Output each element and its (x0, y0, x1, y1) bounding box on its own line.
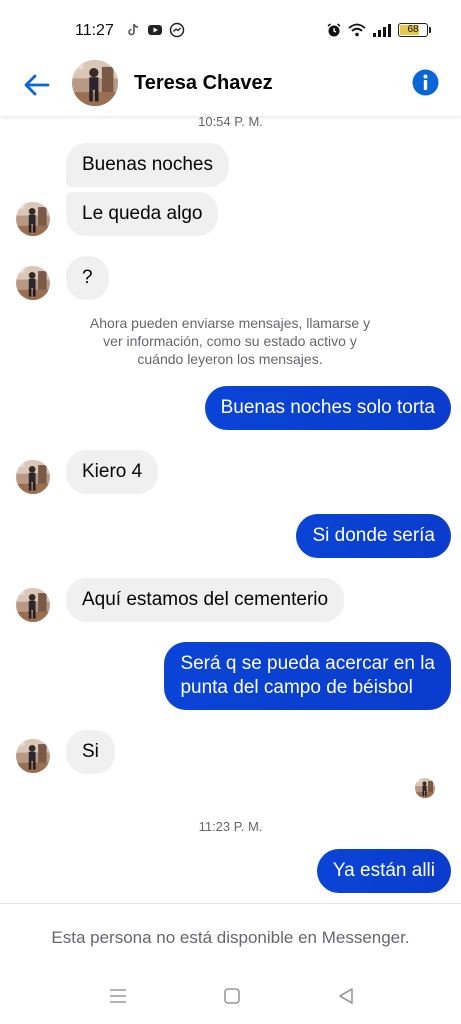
connection-notice: Ahora pueden enviarse mensajes, llamarse… (60, 314, 400, 368)
notice-line: Ahora pueden enviarse mensajes, llamarse… (89, 315, 371, 331)
message-bubble-outgoing[interactable]: Será q se pueda acercar en la punta del … (164, 642, 451, 710)
message-bubble-incoming[interactable]: Le queda algo (66, 192, 219, 236)
timestamp: 11:23 P. M. (198, 819, 263, 834)
battery-tip (429, 27, 431, 33)
message-bubble-incoming[interactable]: Si (66, 730, 115, 774)
message-bubble-incoming[interactable]: Buenas noches (66, 143, 229, 187)
alarm-icon (327, 23, 341, 37)
notice-line: cuándo leyeron los mensajes. (137, 351, 323, 367)
sender-avatar (16, 460, 50, 494)
status-time: 11:27 (75, 22, 114, 39)
sender-avatar (16, 588, 50, 622)
tiktok-icon (128, 23, 139, 36)
info-icon[interactable] (412, 69, 439, 96)
message-thread[interactable]: 10:54 P. M. Buenas noches Le queda algo … (0, 116, 461, 903)
message-bubble-outgoing[interactable]: Ya están alli (316, 849, 451, 893)
back-triangle-icon[interactable] (335, 985, 357, 1007)
message-bubble-incoming[interactable]: Kiero 4 (66, 450, 159, 494)
messenger-icon (169, 22, 185, 38)
unavailable-message: Esta persona no está disponible en Messe… (51, 928, 410, 947)
notice-line: ver información, como su estado activo y (103, 333, 357, 349)
sender-avatar (16, 202, 50, 236)
battery-icon: 68 (398, 23, 428, 37)
read-receipt-avatar (415, 778, 435, 798)
message-line: punta del campo de béisbol (180, 677, 413, 698)
contact-name[interactable]: Teresa Chavez (134, 72, 273, 95)
message-bubble-incoming[interactable]: ? (66, 256, 109, 300)
message-line: Será q se pueda acercar en la (180, 653, 435, 674)
contact-avatar[interactable] (72, 60, 118, 106)
battery-level: 68 (407, 24, 419, 35)
wifi-icon (348, 23, 366, 37)
arrow-left-icon[interactable] (22, 70, 52, 100)
status-right-icons: 68 (326, 22, 431, 38)
status-left-icons (125, 22, 185, 38)
message-bubble-outgoing[interactable]: Si donde sería (296, 514, 451, 558)
system-nav-bar (0, 967, 461, 1024)
sender-avatar (16, 739, 50, 773)
message-bubble-outgoing[interactable]: Buenas noches solo torta (204, 386, 451, 430)
menu-icon[interactable] (107, 985, 129, 1007)
unavailable-footer: Esta persona no está disponible en Messe… (0, 903, 461, 967)
sender-avatar (16, 266, 50, 300)
status-bar: 11:27 68 (0, 0, 461, 58)
youtube-icon (148, 25, 162, 35)
home-icon[interactable] (221, 985, 243, 1007)
chat-header: Teresa Chavez (0, 58, 461, 116)
message-bubble-incoming[interactable]: Aquí estamos del cementerio (66, 578, 345, 622)
timestamp: 10:54 P. M. (198, 116, 263, 129)
signal-icon (373, 24, 391, 37)
